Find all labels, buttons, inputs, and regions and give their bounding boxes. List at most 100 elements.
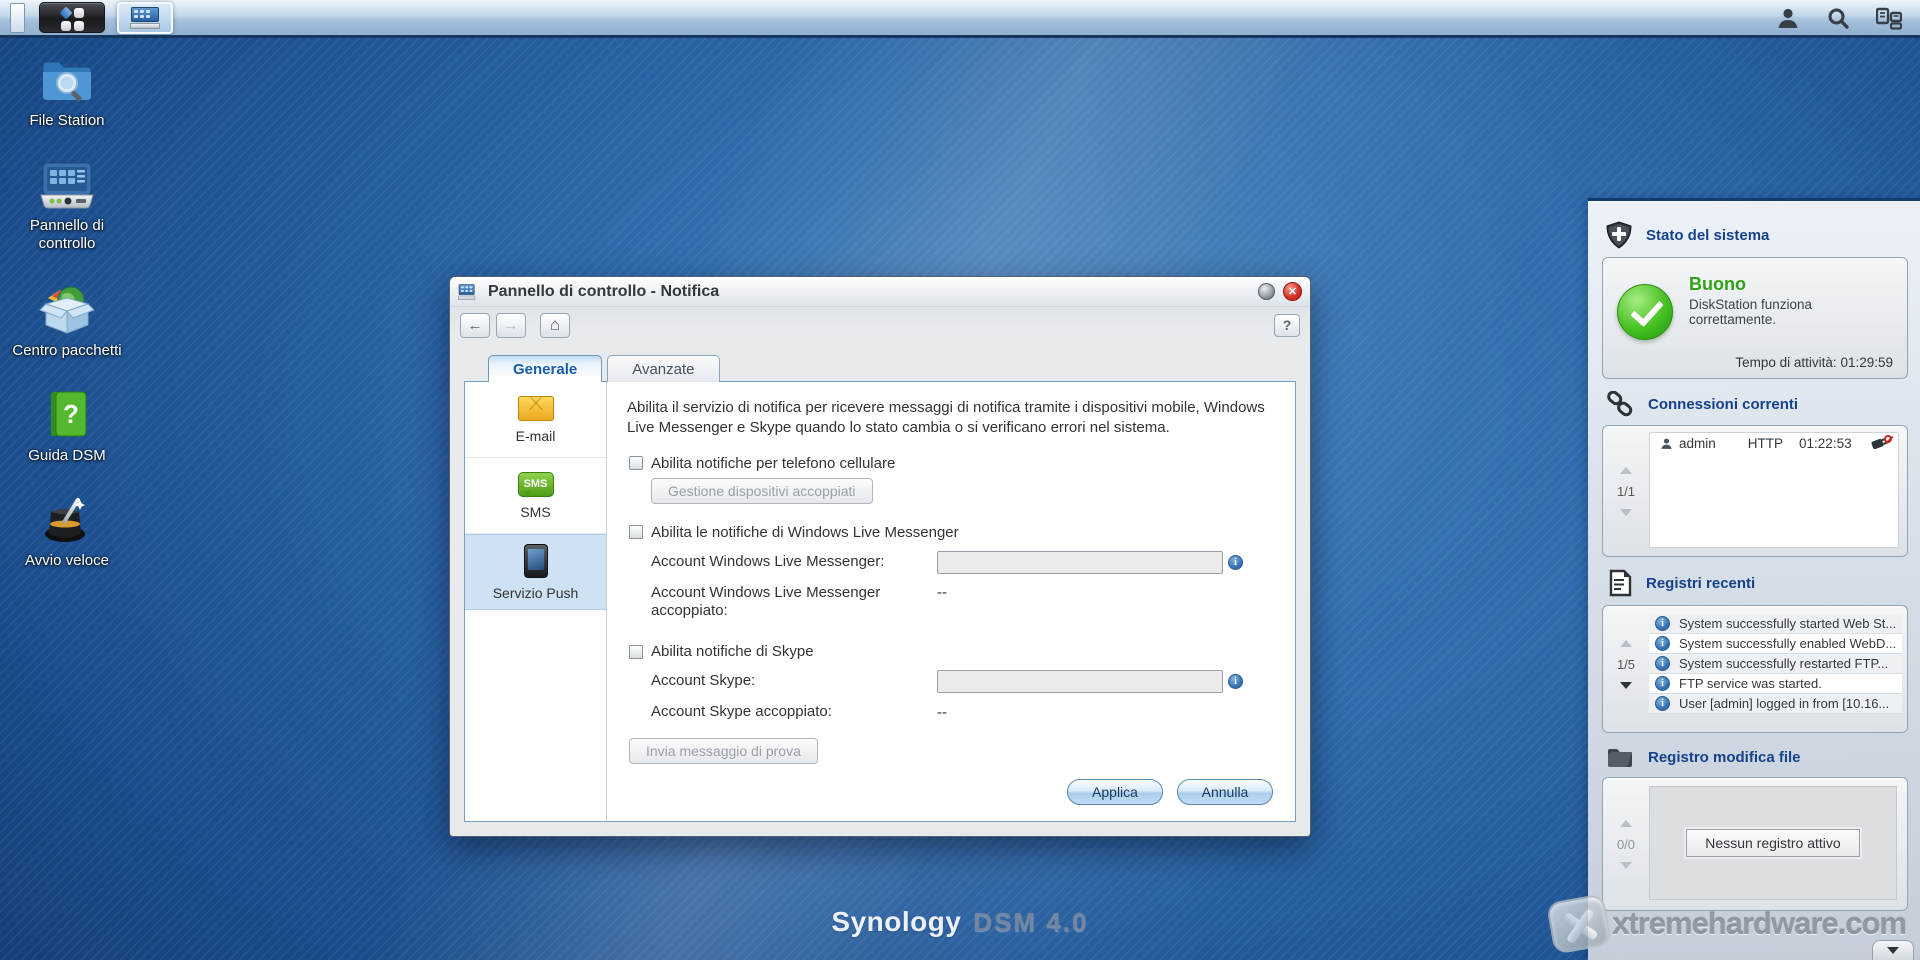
window-icon xyxy=(458,284,475,300)
wlm-paired-label: Account Windows Live Messenger accoppiat… xyxy=(651,584,901,622)
svg-text:?: ? xyxy=(63,399,79,429)
forward-button[interactable]: → xyxy=(496,313,526,338)
skype-account-label: Account Skype: xyxy=(651,672,937,691)
window-title: Pannello di controllo - Notifica xyxy=(488,283,1250,301)
notification-panel: E-mail SMS SMS Servizio Push Abilita il … xyxy=(464,381,1296,822)
wlm-account-input[interactable] xyxy=(937,551,1223,574)
link-icon xyxy=(1606,391,1634,417)
search-icon[interactable] xyxy=(1826,6,1850,30)
connection-row[interactable]: admin HTTP 01:22:53 xyxy=(1650,433,1898,454)
status-good-icon xyxy=(1617,284,1673,340)
quick-start-icon xyxy=(39,494,95,546)
window-titlebar[interactable]: Pannello di controllo - Notifica xyxy=(450,277,1310,307)
connections-card: 1/1 admin HTTP 01:22:53 xyxy=(1602,425,1908,557)
page-down-icon[interactable] xyxy=(1620,682,1632,689)
page-up-icon[interactable] xyxy=(1620,640,1632,647)
file-station-icon xyxy=(39,54,95,106)
page-down-icon[interactable] xyxy=(1620,862,1632,869)
page-up-icon[interactable] xyxy=(1620,467,1632,474)
uptime-text: Tempo di attività: 01:29:59 xyxy=(1735,355,1893,370)
manage-paired-devices-button[interactable]: Gestione dispositivi accoppiati xyxy=(651,478,873,504)
log-text: User [admin] logged in from [10.16... xyxy=(1679,696,1889,711)
taskbar-item-control-panel[interactable] xyxy=(117,2,173,34)
tab-generale[interactable]: Generale xyxy=(488,355,602,382)
wlm-paired-value: -- xyxy=(937,584,947,601)
info-icon: i xyxy=(1655,636,1670,651)
sidebar-item-label: E-mail xyxy=(516,428,556,444)
log-row[interactable]: iUser [admin] logged in from [10.16... xyxy=(1649,694,1902,714)
dialog-footer: Applica Annulla xyxy=(1067,779,1273,805)
desktop-icon-package-center[interactable]: Centro pacchetti xyxy=(6,282,128,359)
log-row[interactable]: i System successfully enabled WebD... xyxy=(1649,634,1902,654)
wlm-notifications-checkbox[interactable] xyxy=(629,525,643,539)
skype-account-input[interactable] xyxy=(937,670,1223,693)
sms-icon: SMS xyxy=(518,472,554,497)
skype-notifications-checkbox[interactable] xyxy=(629,645,643,659)
log-text: System successfully enabled WebD... xyxy=(1679,636,1896,651)
skype-paired-value: -- xyxy=(937,704,947,721)
wlm-info-icon[interactable]: i xyxy=(1228,555,1243,570)
shield-icon xyxy=(1606,221,1632,249)
email-icon xyxy=(518,396,554,421)
desktop-icon-label: Guida DSM xyxy=(28,447,106,464)
widget-connections: Connessioni correnti 1/1 xyxy=(1602,391,1908,557)
log-row[interactable]: i System successfully started Web St... xyxy=(1649,614,1902,634)
no-active-log-label: Nessun registro attivo xyxy=(1686,829,1859,857)
cellphone-notifications-checkbox[interactable] xyxy=(629,456,643,470)
sidebar-item-push-service[interactable]: Servizio Push xyxy=(465,534,606,610)
page-down-icon[interactable] xyxy=(1620,509,1632,516)
skype-info-icon[interactable]: i xyxy=(1228,674,1243,689)
control-panel-icon xyxy=(130,7,160,29)
pin-window-button[interactable] xyxy=(1258,283,1275,300)
desktop-icon-dsm-help[interactable]: ? Guida DSM xyxy=(6,389,128,464)
close-window-button[interactable] xyxy=(1283,282,1302,301)
log-text: FTP service was started. xyxy=(1679,676,1822,691)
wlm-account-label: Account Windows Live Messenger: xyxy=(651,553,937,572)
desktop-icon-file-station[interactable]: File Station xyxy=(6,54,128,129)
desktop-icon-control-panel[interactable]: Pannello di controllo xyxy=(6,159,128,252)
page-up-icon[interactable] xyxy=(1620,820,1632,827)
sidebar-item-label: Servizio Push xyxy=(493,585,579,601)
log-row[interactable]: iSystem successfully restarted FTP... xyxy=(1649,654,1902,674)
sidebar-item-email[interactable]: E-mail xyxy=(465,382,606,458)
info-icon: i xyxy=(1655,616,1670,631)
widget-panel: Stato del sistema Buono DiskStation funz… xyxy=(1588,198,1920,960)
dsm-version-text: DSM 4.0 xyxy=(973,907,1088,938)
dsm-help-icon: ? xyxy=(41,389,93,441)
disconnect-icon[interactable] xyxy=(1872,437,1890,451)
desktop-icon-label: Avvio veloce xyxy=(25,552,109,569)
folder-icon xyxy=(1606,745,1634,769)
window-toolbar: ← → ⌂ ? xyxy=(450,307,1310,343)
pilot-view-icon[interactable] xyxy=(1876,6,1902,30)
log-rows: i System successfully started Web St... i… xyxy=(1649,614,1902,714)
apply-button[interactable]: Applica xyxy=(1067,779,1163,805)
user-icon[interactable] xyxy=(1776,6,1800,30)
wlm-notifications-label: Abilita le notifiche di Windows Live Mes… xyxy=(651,524,959,541)
file-log-empty-area: Nessun registro attivo xyxy=(1649,786,1897,900)
log-row[interactable]: i FTP service was started. xyxy=(1649,674,1902,694)
widget-title: Registro modifica file xyxy=(1648,749,1801,766)
desktop-icon-quick-start[interactable]: Avvio veloce xyxy=(6,494,128,569)
widget-title: Registri recenti xyxy=(1646,575,1755,592)
push-service-icon xyxy=(524,544,548,578)
notification-sidebar: E-mail SMS SMS Servizio Push xyxy=(465,382,607,821)
main-menu-button[interactable] xyxy=(39,2,105,33)
connection-user: admin xyxy=(1679,436,1716,451)
desktop-icon-label: Pannello di controllo xyxy=(6,217,128,252)
home-button[interactable]: ⌂ xyxy=(540,313,570,338)
cancel-button[interactable]: Annulla xyxy=(1177,779,1273,805)
send-test-message-button[interactable]: Invia messaggio di prova xyxy=(629,738,818,764)
desktop-icons: File Station Pannello di controllo xyxy=(6,54,128,570)
desktop-icon-label: File Station xyxy=(29,112,104,129)
info-icon: i xyxy=(1655,676,1670,691)
help-button[interactable]: ? xyxy=(1274,314,1300,337)
widget-panel-collapse-button[interactable] xyxy=(1872,940,1914,960)
sidebar-item-sms[interactable]: SMS SMS xyxy=(465,458,606,534)
back-button[interactable]: ← xyxy=(460,313,490,338)
log-text: System successfully started Web St... xyxy=(1679,616,1896,631)
show-desktop-button[interactable] xyxy=(10,3,25,33)
taskbar-tray xyxy=(1776,6,1910,30)
tab-avanzate[interactable]: Avanzate xyxy=(607,355,719,382)
chevron-down-icon xyxy=(1887,947,1899,954)
taskbar xyxy=(0,0,1920,38)
